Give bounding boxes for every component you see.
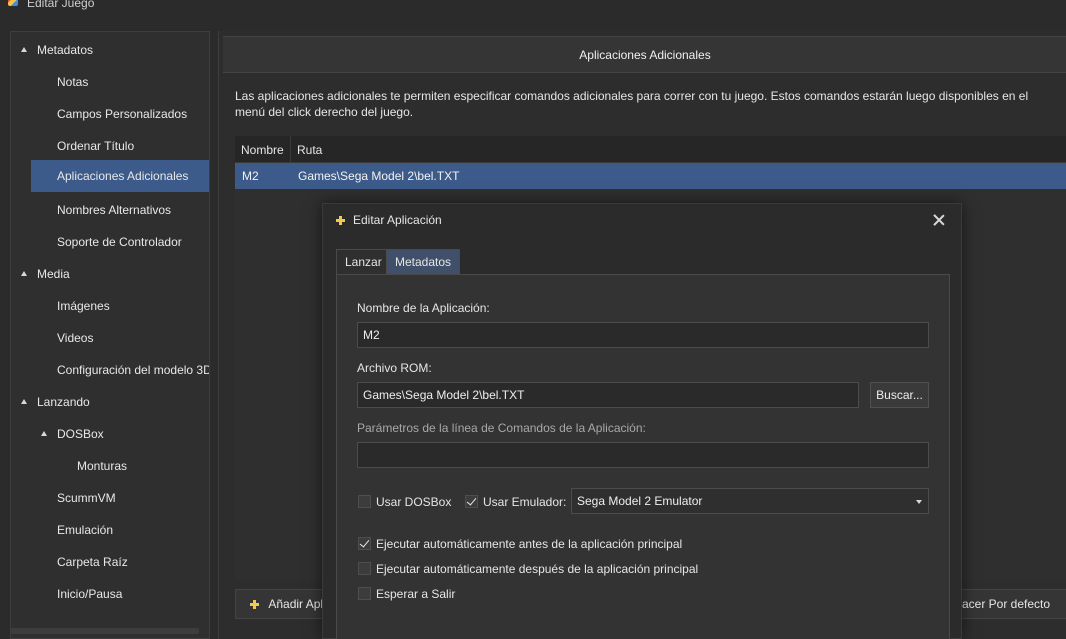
expand-arrow-icon[interactable] xyxy=(21,271,27,276)
column-header-nombre[interactable]: Nombre xyxy=(241,143,284,157)
sidebar-item-label: Emulación xyxy=(57,523,114,537)
app-name-label: Nombre de la Aplicación: xyxy=(357,301,490,315)
sidebar-item-media[interactable]: Media xyxy=(11,258,209,290)
table-row[interactable]: M2 Games\Sega Model 2\bel.TXT xyxy=(235,163,1066,189)
sidebar-item-soporte-controlador[interactable]: Soporte de Controlador xyxy=(11,226,209,258)
sidebar-item-label: Carpeta Raíz xyxy=(57,555,128,569)
sidebar-horizontal-scrollbar[interactable] xyxy=(11,628,199,634)
plus-icon xyxy=(250,600,259,609)
use-dosbox-checkbox[interactable] xyxy=(358,495,371,508)
panel-description: Las aplicaciones adicionales te permiten… xyxy=(235,89,1029,119)
tab-content-lanzar: Nombre de la Aplicación: M2 Archivo ROM:… xyxy=(336,274,950,639)
app-name-field[interactable]: M2 xyxy=(357,322,929,348)
sidebar-tree[interactable]: Metadatos Notas Campos Personalizados Or… xyxy=(10,31,210,639)
sidebar-item-label: Campos Personalizados xyxy=(57,107,188,121)
wait-exit-checkbox[interactable] xyxy=(358,587,371,600)
emulator-selected-value: Sega Model 2 Emulator xyxy=(577,494,703,508)
expand-arrow-icon[interactable] xyxy=(21,399,27,404)
sidebar-item-label: Lanzando xyxy=(37,395,90,409)
close-icon[interactable] xyxy=(931,212,947,228)
sidebar-item-lanzando[interactable]: Lanzando xyxy=(11,386,209,418)
set-default-label: acer Por defecto xyxy=(962,597,1051,611)
sidebar-item-emulacion[interactable]: Emulación xyxy=(11,514,209,546)
sidebar-item-monturas[interactable]: Monturas xyxy=(11,450,209,482)
sidebar-item-label: Soporte de Controlador xyxy=(57,235,182,249)
window-titlebar: Editar Juego xyxy=(0,0,1066,14)
sidebar-item-nombres-alternativos[interactable]: Nombres Alternativos xyxy=(11,194,209,226)
sidebar-item-modelo-3d[interactable]: Configuración del modelo 3D xyxy=(11,354,209,386)
sidebar-item-videos[interactable]: Videos xyxy=(11,322,209,354)
app-icon xyxy=(8,0,18,6)
sidebar-item-label: Imágenes xyxy=(57,299,110,313)
rom-file-label: Archivo ROM: xyxy=(357,361,432,375)
sidebar-item-label: Ordenar Título xyxy=(57,139,135,153)
window-title: Editar Juego xyxy=(27,0,95,10)
expand-arrow-icon[interactable] xyxy=(21,47,27,52)
params-label: Parámetros de la línea de Comandos de la… xyxy=(357,421,646,435)
table-header: Nombre Ruta xyxy=(235,136,1066,163)
use-dosbox-label[interactable]: Usar DOSBox xyxy=(376,495,451,509)
sidebar-item-label: Notas xyxy=(57,75,89,89)
column-divider[interactable] xyxy=(290,136,291,163)
sidebar-item-label: Media xyxy=(37,267,70,281)
sidebar-item-imagenes[interactable]: Imágenes xyxy=(11,290,209,322)
tab-lanzar[interactable]: Lanzar xyxy=(336,249,391,275)
sidebar-item-label: Monturas xyxy=(77,459,128,473)
sidebar-item-label: Nombres Alternativos xyxy=(57,203,172,217)
sidebar-item-dosbox[interactable]: DOSBox xyxy=(11,418,209,450)
sidebar-item-label: DOSBox xyxy=(57,427,104,441)
tab-metadatos[interactable]: Metadatos xyxy=(386,249,461,274)
sidebar-item-ordenar-titulo[interactable]: Ordenar Título xyxy=(11,130,209,162)
expand-arrow-icon[interactable] xyxy=(41,431,47,436)
cell-path: Games\Sega Model 2\bel.TXT xyxy=(298,169,460,183)
sidebar-item-metadatos[interactable]: Metadatos xyxy=(11,34,209,66)
use-emulator-checkbox[interactable] xyxy=(465,495,478,508)
rom-file-field[interactable]: Games\Sega Model 2\bel.TXT xyxy=(357,382,859,408)
sidebar-item-label: Configuración del modelo 3D xyxy=(57,363,209,377)
dialog-title: Editar Aplicación xyxy=(353,213,442,227)
add-app-label: Añadir Apl xyxy=(268,597,324,611)
run-before-label[interactable]: Ejecutar automáticamente antes de la apl… xyxy=(376,537,682,551)
sidebar-item-aplicaciones-adicionales[interactable]: Aplicaciones Adicionales xyxy=(31,160,209,192)
column-header-ruta[interactable]: Ruta xyxy=(297,143,322,157)
sidebar-item-scummvm[interactable]: ScummVM xyxy=(11,482,209,514)
chevron-down-icon xyxy=(916,500,922,504)
run-before-checkbox[interactable] xyxy=(358,537,371,550)
sidebar-item-campos-personalizados[interactable]: Campos Personalizados xyxy=(11,98,209,130)
cell-name: M2 xyxy=(242,169,259,183)
plus-icon xyxy=(336,216,345,225)
sidebar-item-notas[interactable]: Notas xyxy=(11,66,209,98)
browse-button[interactable]: Buscar... xyxy=(870,382,929,408)
sidebar-item-label: Metadatos xyxy=(37,43,94,57)
use-emulator-label[interactable]: Usar Emulador: xyxy=(483,495,566,509)
run-after-checkbox[interactable] xyxy=(358,562,371,575)
params-field[interactable] xyxy=(357,442,929,468)
sidebar-item-label: Aplicaciones Adicionales xyxy=(57,169,189,183)
set-default-button[interactable]: acer Por defecto xyxy=(945,589,1066,619)
sidebar-item-inicio-pausa[interactable]: Inicio/Pausa xyxy=(11,578,209,610)
sidebar-item-label: Inicio/Pausa xyxy=(57,587,123,601)
panel-title: Aplicaciones Adicionales xyxy=(223,36,1066,73)
sidebar-item-label: ScummVM xyxy=(57,491,116,505)
sidebar-item-label: Videos xyxy=(57,331,94,345)
edit-app-dialog: Editar Aplicación Lanzar Metadatos Nombr… xyxy=(322,203,962,639)
wait-exit-label[interactable]: Esperar a Salir xyxy=(376,587,455,601)
sidebar-item-carpeta-raiz[interactable]: Carpeta Raíz xyxy=(11,546,209,578)
emulator-dropdown[interactable]: Sega Model 2 Emulator xyxy=(571,488,929,514)
run-after-label[interactable]: Ejecutar automáticamente después de la a… xyxy=(376,562,698,576)
